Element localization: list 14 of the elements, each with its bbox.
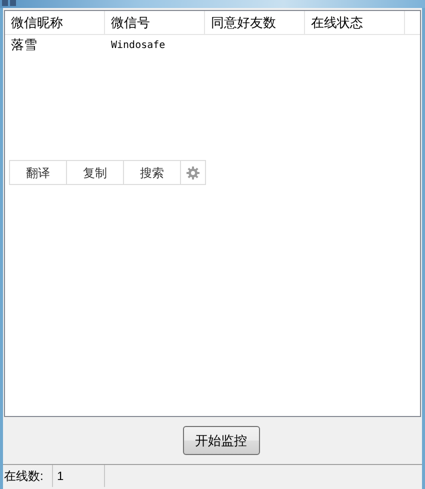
toolbar-button[interactable]: 复制 xyxy=(67,161,124,184)
toolbar-button[interactable]: 搜索 xyxy=(124,161,181,184)
settings-icon xyxy=(186,166,200,180)
status-label: 在线数: xyxy=(3,465,53,487)
column-header[interactable]: 在线状态 xyxy=(305,11,405,34)
start-monitor-button[interactable]: 开始监控 xyxy=(182,426,260,455)
table-cell: 落雪 xyxy=(11,37,37,52)
column-header[interactable]: 同意好友数 xyxy=(205,11,305,34)
column-header[interactable]: 微信号 xyxy=(105,11,205,34)
online-count: 1 xyxy=(53,465,105,487)
app-icon xyxy=(2,0,16,6)
table-cell: Windosafe xyxy=(111,40,166,50)
toolbar-button[interactable]: 翻译 xyxy=(10,161,67,184)
column-header[interactable]: 微信昵称 xyxy=(5,11,105,34)
